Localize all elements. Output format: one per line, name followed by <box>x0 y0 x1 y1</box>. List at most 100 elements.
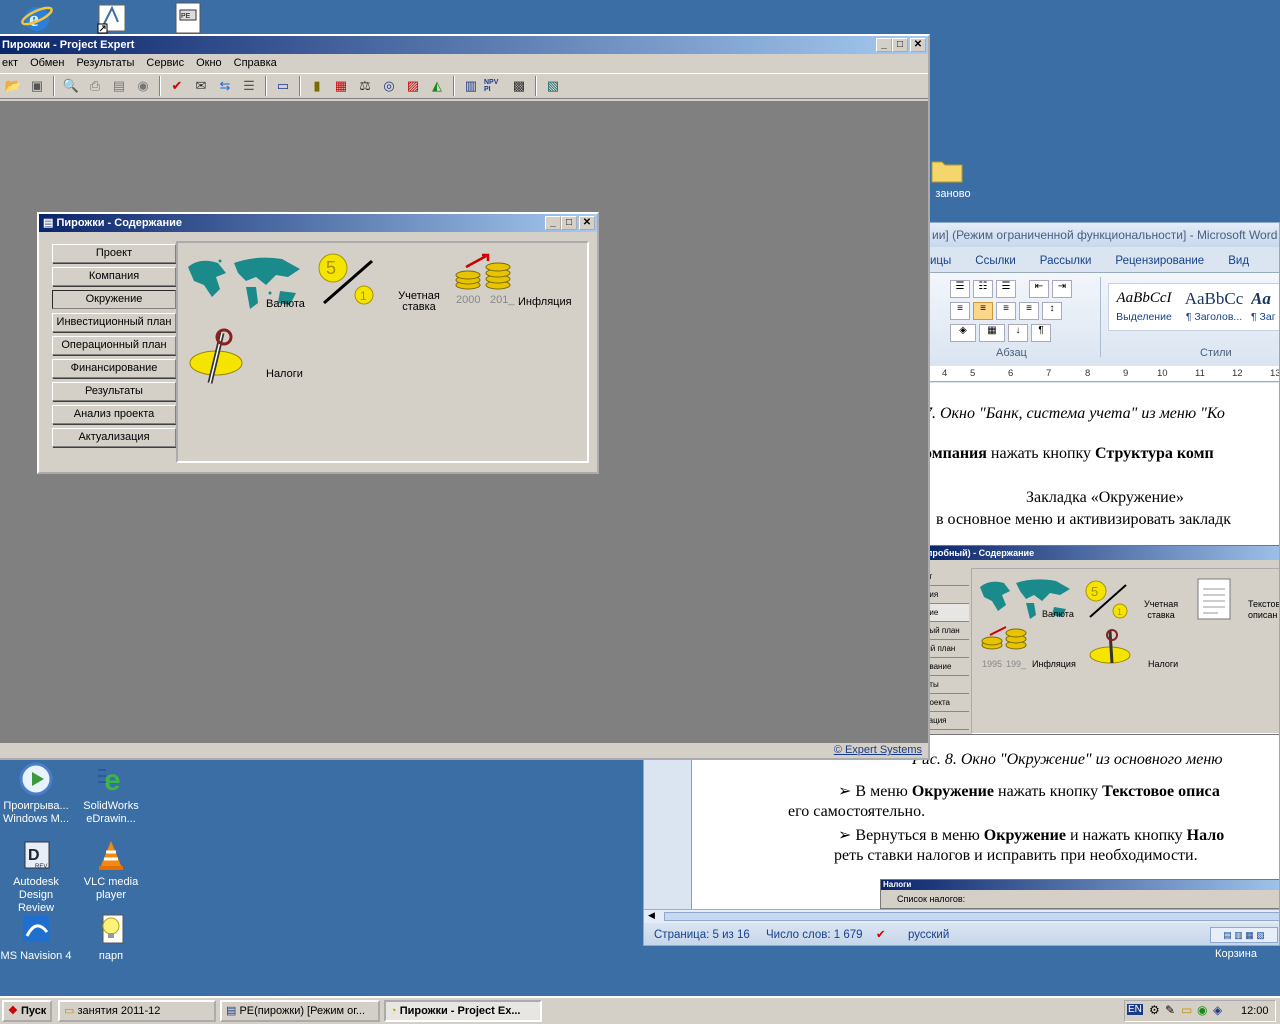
style-heading2[interactable]: Aa ¶ Заг <box>1251 286 1279 330</box>
chart-icon[interactable]: ▨ <box>402 75 424 97</box>
preview-icon[interactable]: 🔍 <box>60 75 82 97</box>
caption-fig8: Рис. 8. Окно "Окружение" из основного ме… <box>912 751 1223 768</box>
cashflow-icon[interactable]: ▦ <box>330 75 352 97</box>
maximize-button[interactable]: □ <box>892 38 908 52</box>
align-left-icon[interactable]: ≡ <box>950 302 970 320</box>
desktop-icon-media-player[interactable]: Проигрыва... Windows M... <box>0 762 72 826</box>
status-page[interactable]: Страница: 5 из 16 <box>654 923 750 945</box>
content-titlebar[interactable]: ▤ Пирожки - Содержание _ □ ✕ <box>39 214 597 232</box>
report-icon[interactable]: ▤ <box>108 75 130 97</box>
menu-window[interactable]: Окно <box>190 54 228 73</box>
find-icon[interactable]: ◉ <box>132 75 154 97</box>
content-minimize-button[interactable]: _ <box>545 216 561 230</box>
bullets-icon[interactable]: ☰ <box>950 280 970 298</box>
desktop-icon-navision[interactable]: MS Navision 4 <box>0 912 72 963</box>
shading-icon[interactable]: ◈ <box>950 324 976 342</box>
close-button[interactable]: ✕ <box>910 38 926 52</box>
nav-results[interactable]: Результаты <box>52 382 176 401</box>
spellcheck-icon[interactable]: ✔ <box>876 923 886 945</box>
balance-icon[interactable]: ⚖ <box>354 75 376 97</box>
npv-icon[interactable]: NPV PI <box>484 75 506 97</box>
tile-discount-rate[interactable]: 51 Учетная ставка <box>316 251 446 315</box>
status-words[interactable]: Число слов: 1 679 <box>766 923 863 945</box>
pe-titlebar[interactable]: Пирожки - Project Expert _ □ ✕ <box>0 36 928 54</box>
nav-financing[interactable]: Финансирование <box>52 359 176 378</box>
content-maximize-button[interactable]: □ <box>561 216 577 230</box>
pilcrow-icon[interactable]: ¶ <box>1031 324 1051 342</box>
horizontal-scrollbar[interactable]: ◀ <box>644 909 1279 923</box>
desktop-icon-parp[interactable]: парп <box>75 912 147 963</box>
menu-project[interactable]: ект <box>0 54 24 73</box>
sort-icon[interactable]: ↓ <box>1008 324 1028 342</box>
taskbar-item-project-expert[interactable]: ◔ Пирожки - Project Ex... <box>384 1000 542 1022</box>
nav-project[interactable]: Проект <box>52 244 176 263</box>
print-icon[interactable]: ⎙ <box>84 75 106 97</box>
desktop-icon-vlc[interactable]: VLC media player <box>75 838 147 902</box>
taskbar-item-folder[interactable]: ▭ занятия 2011-12 <box>58 1000 216 1022</box>
analysis-icon[interactable]: ◎ <box>378 75 400 97</box>
tile-taxes[interactable]: Налоги <box>188 327 318 397</box>
tab-mailings[interactable]: Рассылки <box>1028 250 1104 272</box>
menu-service[interactable]: Сервис <box>140 54 190 73</box>
monitor-icon[interactable]: ▭ <box>272 75 294 97</box>
desktop-icon-edrawings[interactable]: e SolidWorks eDrawin... <box>75 762 147 826</box>
tray-icon-1[interactable]: ⚙ <box>1149 1003 1160 1017</box>
nav-investment-plan[interactable]: Инвестиционный план <box>52 313 176 332</box>
scroll-left-icon[interactable]: ◀ <box>648 910 655 921</box>
menu-exchange[interactable]: Обмен <box>24 54 70 73</box>
tray-icon-2[interactable]: ✎ <box>1165 1003 1175 1017</box>
shortcut-icon[interactable] <box>96 2 128 34</box>
multilevel-icon[interactable]: ☰ <box>996 280 1016 298</box>
tab-references[interactable]: Ссылки <box>963 250 1028 272</box>
open-icon[interactable]: 📂 <box>2 75 24 97</box>
nav-operational-plan[interactable]: Операционный план <box>52 336 176 355</box>
line-spacing-icon[interactable]: ↕ <box>1042 302 1062 320</box>
tile-currency[interactable]: Валюта <box>184 255 312 315</box>
align-center-icon[interactable]: ≡ <box>973 302 993 320</box>
start-button[interactable]: ❖ Пуск <box>2 1000 52 1022</box>
mail-icon[interactable]: ✉ <box>190 75 212 97</box>
book-icon[interactable]: ▮ <box>306 75 328 97</box>
increase-indent-icon[interactable]: ⇥ <box>1052 280 1072 298</box>
tab-review[interactable]: Рецензирование <box>1103 250 1216 272</box>
menu-results[interactable]: Результаты <box>70 54 140 73</box>
calc-icon[interactable]: ▩ <box>508 75 530 97</box>
status-language[interactable]: русский <box>908 923 949 945</box>
numbering-icon[interactable]: ☷ <box>973 280 993 298</box>
borders-icon[interactable]: ▦ <box>979 324 1005 342</box>
tray-icon-5[interactable]: ◈ <box>1213 1003 1222 1017</box>
tab-view[interactable]: Вид <box>1216 250 1261 272</box>
tray-icon-3[interactable]: ▭ <box>1181 1003 1192 1017</box>
list-icon[interactable]: ☰ <box>238 75 260 97</box>
style-heading[interactable]: AaBbCc ¶ Заголов... <box>1181 286 1247 330</box>
style-emphasis[interactable]: AaBbCcI Выделение <box>1111 286 1177 330</box>
document-icon[interactable]: PE <box>174 2 202 34</box>
ie-icon[interactable]: e <box>20 2 54 34</box>
nav-actualization[interactable]: Актуализация <box>52 428 176 447</box>
language-indicator[interactable]: EN <box>1127 1004 1143 1015</box>
menu-help[interactable]: Справка <box>228 54 283 73</box>
desktop-icon-design-review[interactable]: D REV Autodesk Design Review <box>0 838 72 915</box>
desktop-icon-recycle[interactable]: Корзина <box>1200 948 1272 961</box>
graph-icon[interactable]: ◭ <box>426 75 448 97</box>
check-icon[interactable]: ✔ <box>166 75 188 97</box>
table-icon[interactable]: ▥ <box>460 75 482 97</box>
minimize-button[interactable]: _ <box>876 38 892 52</box>
export-icon[interactable]: ▧ <box>542 75 564 97</box>
nav-project-analysis[interactable]: Анализ проекта <box>52 405 176 424</box>
taskbar-item-word[interactable]: ▤ PE(пирожки) [Режим ог... <box>220 1000 380 1022</box>
content-close-button[interactable]: ✕ <box>579 216 595 230</box>
sync-icon[interactable]: ⇆ <box>214 75 236 97</box>
justify-icon[interactable]: ≡ <box>1019 302 1039 320</box>
tile-inflation[interactable]: 2000 201_ Инфляция <box>454 253 584 317</box>
clock[interactable]: 12:00 <box>1241 1005 1269 1017</box>
expert-systems-link[interactable]: © Expert Systems <box>834 744 922 756</box>
tab-tables[interactable]: ицы <box>930 250 963 272</box>
nav-environment[interactable]: Окружение <box>52 290 176 309</box>
save-icon[interactable]: ▣ <box>26 75 48 97</box>
view-buttons[interactable]: ▤ ▥ ▦ ▧ <box>1210 927 1278 943</box>
nav-company[interactable]: Компания <box>52 267 176 286</box>
align-right-icon[interactable]: ≡ <box>996 302 1016 320</box>
tray-icon-4[interactable]: ◉ <box>1197 1003 1207 1017</box>
decrease-indent-icon[interactable]: ⇤ <box>1029 280 1049 298</box>
